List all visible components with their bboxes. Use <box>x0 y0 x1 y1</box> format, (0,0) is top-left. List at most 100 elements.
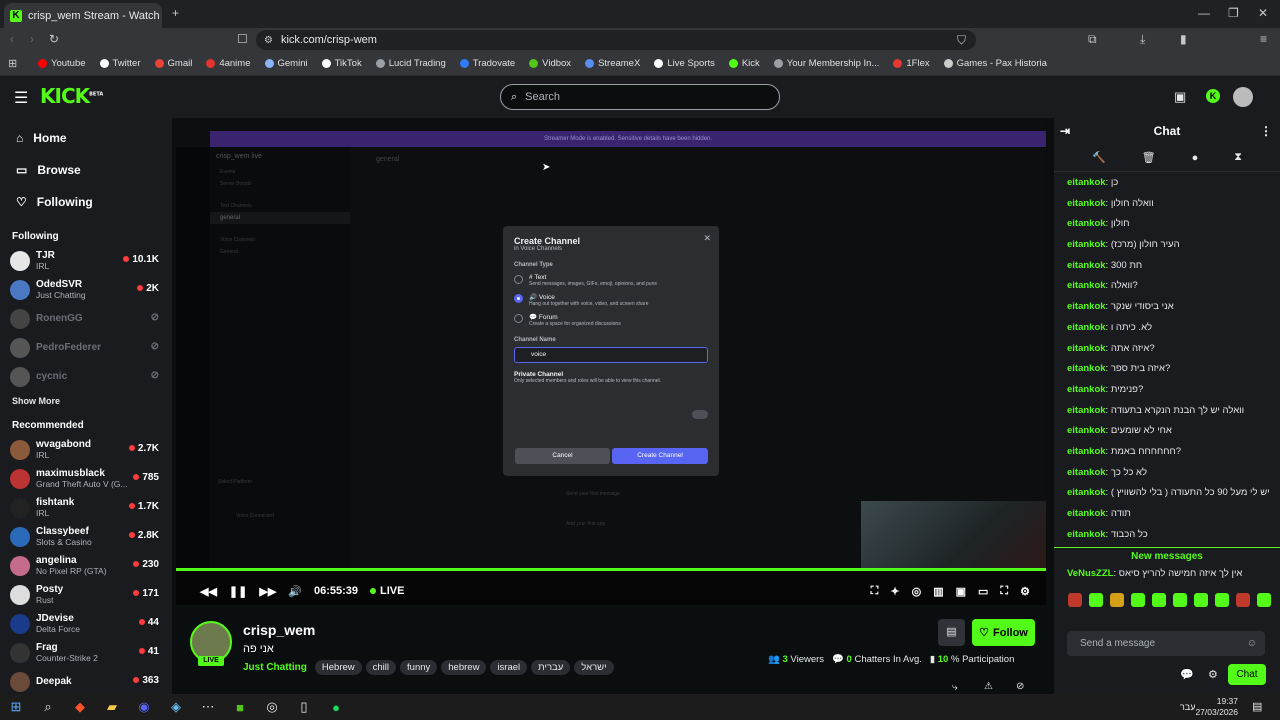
pause-icon[interactable]: ❚❚ <box>229 585 247 598</box>
channel-item-tjr[interactable]: TJR IRL 10.1K <box>0 246 172 275</box>
downloads-icon[interactable]: ⤓ <box>1140 32 1145 47</box>
channel-type-voice[interactable]: 🔊 Voice Hang out together with voice, vid… <box>514 293 708 307</box>
tag[interactable]: Hebrew <box>314 660 362 675</box>
chat-username[interactable]: eitankok <box>1067 363 1106 374</box>
chat-username[interactable]: eitankok <box>1067 301 1106 312</box>
tradingview-icon[interactable]: ⋯ <box>192 694 224 720</box>
bookmark-membership[interactable]: Your Membership In... <box>773 58 879 69</box>
channel-item-fishtank[interactable]: fishtank IRL 1.7K <box>0 493 172 522</box>
channel-type-text[interactable]: # Text Send messages, images, GIFs, emoji… <box>514 274 708 287</box>
minecraft-icon[interactable]: ■ <box>224 694 256 720</box>
speed-icon[interactable]: ◎ <box>912 585 922 598</box>
tag[interactable]: hebrew <box>441 660 487 675</box>
chat-username[interactable]: eitankok <box>1067 487 1106 498</box>
notepad-icon[interactable]: ▯ <box>288 694 320 720</box>
bookmark-vidbox[interactable]: Vidbox <box>529 58 571 69</box>
bookmark-gemini[interactable]: Gemini <box>264 58 308 69</box>
bookmark-tiktok[interactable]: TikTok <box>321 58 362 69</box>
live-indicator[interactable]: LIVE <box>370 585 404 597</box>
slow-mode-icon[interactable]: ⧗ <box>1234 151 1242 164</box>
tag[interactable]: funny <box>400 660 438 675</box>
send-chat-button[interactable]: Chat <box>1228 664 1266 685</box>
collapse-chat-icon[interactable]: ⇥ <box>1060 124 1070 138</box>
channel-item-odedsvr[interactable]: OdedSVR Just Chatting 2K <box>0 275 172 304</box>
brave-shield-icon[interactable]: ⛉ <box>957 33 966 48</box>
channel-item-classybeef[interactable]: Classybeef Slots & Casino 2.8K <box>0 522 172 551</box>
hammer-icon[interactable]: 🔨 <box>1092 151 1106 164</box>
emote-icon[interactable] <box>1194 593 1208 608</box>
report-icon[interactable]: ⚠ <box>984 681 993 692</box>
channel-name-input[interactable]: voice <box>514 347 708 363</box>
radio-forum[interactable] <box>514 314 523 323</box>
nav-browse[interactable]: ▭ Browse <box>0 154 172 186</box>
tag[interactable]: israel <box>490 660 528 675</box>
chat-input[interactable]: Send a message ☺ <box>1067 631 1265 656</box>
mute-notifications-icon[interactable]: ⊘ <box>1016 681 1024 692</box>
chat-username[interactable]: eitankok <box>1067 425 1106 436</box>
bookmark-pax-historia[interactable]: Games - Pax Historia <box>943 58 1047 69</box>
chat-username[interactable]: eitankok <box>1067 446 1106 457</box>
user-avatar[interactable] <box>1233 87 1253 107</box>
chat-menu-icon[interactable]: ⋮ <box>1260 124 1272 138</box>
rewind-icon[interactable]: ◀◀ <box>200 585 217 598</box>
gift-sub-button[interactable]: ▤ <box>938 619 965 646</box>
chat-username[interactable]: eitankok <box>1067 260 1106 271</box>
emote-icon[interactable] <box>1257 593 1271 608</box>
streamer-name[interactable]: crisp_wem <box>243 622 315 638</box>
language-indicator[interactable]: עבר <box>1180 702 1195 712</box>
radio-text[interactable] <box>514 275 523 284</box>
sparkle-icon[interactable]: ✦ <box>890 585 899 598</box>
search-taskbar-icon[interactable]: ⌕ <box>32 694 64 720</box>
cancel-button[interactable]: Cancel <box>515 448 610 464</box>
extensions-icon[interactable]: ⧉ <box>1088 32 1097 47</box>
file-explorer-icon[interactable]: ▰ <box>96 694 128 720</box>
chat-username[interactable]: eitankok <box>1067 280 1106 291</box>
chat-username[interactable]: eitankok <box>1067 198 1106 209</box>
rewards-icon[interactable]: ▣ <box>1174 89 1186 105</box>
channel-item-ronengg[interactable]: RonenGG ⊘ <box>0 304 172 333</box>
spotify-icon[interactable]: ● <box>320 694 352 720</box>
notifications-icon[interactable]: ▤ <box>1252 700 1262 713</box>
follow-button[interactable]: ♡ Follow <box>972 619 1035 646</box>
channel-item-posty[interactable]: Posty Rust 171 <box>0 580 172 609</box>
tag[interactable]: עברית <box>531 660 571 675</box>
share-icon[interactable]: ⤷ <box>952 682 958 693</box>
settings-icon[interactable]: ⚙ <box>1020 585 1030 598</box>
emoji-icon[interactable]: ☺ <box>1247 631 1257 656</box>
bookmark-live-sports[interactable]: Live Sports <box>654 58 715 69</box>
channel-item-wvagabond[interactable]: wvagabond IRL 2.7K <box>0 435 172 464</box>
kick-coin-icon[interactable]: K <box>1206 89 1220 103</box>
bookmark-tradovate[interactable]: Tradovate <box>459 58 515 69</box>
url-field[interactable]: ⚙ kick.com/crisp-wem ⛉ <box>256 30 976 50</box>
hamburger-menu-icon[interactable]: ☰ <box>14 88 28 108</box>
bookmark-4anime[interactable]: 4anime <box>206 58 251 69</box>
bookmark-streamex[interactable]: StreameX <box>585 58 640 69</box>
emote-icon[interactable] <box>1215 593 1229 608</box>
channel-item-maximusblack[interactable]: maximusblack Grand Theft Auto V (G... 785 <box>0 464 172 493</box>
new-tab-icon[interactable]: + <box>172 6 179 20</box>
site-info-icon[interactable]: ⚙ <box>264 35 273 46</box>
reload-icon[interactable]: ↻ <box>49 32 59 46</box>
stats-icon[interactable]: ▥ <box>933 585 943 598</box>
progress-bar[interactable] <box>176 568 1046 571</box>
minimize-icon[interactable]: — <box>1198 6 1210 20</box>
nav-following[interactable]: ♡ Following <box>0 186 172 218</box>
chat-username[interactable]: eitankok <box>1067 239 1106 250</box>
forward-icon[interactable]: ▶▶ <box>259 585 276 598</box>
bookmark-icon[interactable]: ☐ <box>237 32 248 46</box>
radio-voice[interactable] <box>514 294 523 303</box>
windows-start-icon[interactable]: ⊞ <box>0 694 32 720</box>
new-messages-divider[interactable]: New messages <box>1054 547 1280 564</box>
chat-settings-icon[interactable]: ⚙ <box>1208 668 1218 681</box>
emote-icon[interactable] <box>1173 593 1187 608</box>
chat-username[interactable]: eitankok <box>1067 218 1106 229</box>
show-more-link[interactable]: Show More <box>0 391 172 411</box>
volume-icon[interactable]: 🔊 <box>288 585 302 598</box>
channel-item-deepak[interactable]: Deepak 363 <box>0 667 172 696</box>
channel-type-forum[interactable]: 💬 Forum Create a space for organized disc… <box>514 313 708 327</box>
bookmark-gmail[interactable]: Gmail <box>154 58 192 69</box>
create-channel-button[interactable]: Create Channel <box>612 448 708 464</box>
window-close-icon[interactable]: ✕ <box>1258 6 1268 20</box>
chat-mode-icon[interactable]: ● <box>1192 152 1199 164</box>
chat-username[interactable]: eitankok <box>1067 508 1106 519</box>
